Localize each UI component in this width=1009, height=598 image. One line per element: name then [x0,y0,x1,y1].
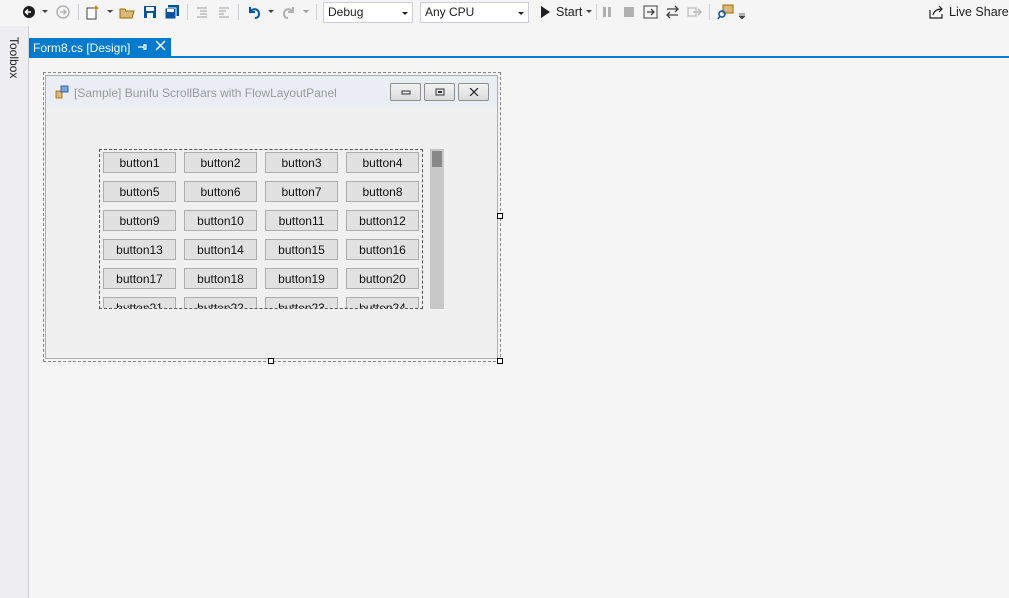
tab-title: Form8.cs [Design] [33,40,131,55]
form-button[interactable]: button8 [346,181,419,202]
form-button[interactable]: button13 [103,239,176,260]
form-button[interactable]: button12 [346,210,419,231]
solution-config-value: Debug [328,5,364,19]
find-icon[interactable] [716,2,736,22]
form-title: [Sample] Bunifu ScrollBars with FlowLayo… [74,86,337,100]
back-dropdown-icon[interactable] [41,2,49,22]
scrollbar-thumb[interactable] [432,151,442,167]
solution-config-select[interactable]: Debug [323,2,413,23]
form-button[interactable]: button4 [346,152,419,173]
save-icon[interactable] [141,2,159,22]
form-button[interactable]: button10 [184,210,257,231]
toolbar-separator [238,4,239,20]
form-button[interactable]: button17 [103,268,176,289]
minimize-icon [401,90,410,95]
pause-icon[interactable] [600,2,614,22]
close-icon[interactable] [155,40,166,54]
back-icon[interactable] [20,2,38,22]
toolbox-panel [0,26,29,598]
form-button[interactable]: button20 [346,268,419,289]
platform-value: Any CPU [425,5,475,19]
redo-dropdown-icon[interactable] [302,2,310,22]
form-button[interactable]: button5 [103,181,176,202]
form-button[interactable]: button3 [265,152,338,173]
start-button[interactable]: Start [556,5,582,19]
uncomment-icon[interactable] [215,2,233,22]
form-button[interactable]: button22 [184,297,257,308]
toolbar-separator [78,4,79,20]
vertical-scrollbar[interactable] [430,149,444,309]
start-icon[interactable] [538,2,552,22]
resize-handle-right[interactable] [497,213,503,219]
live-share-icon[interactable] [928,2,946,22]
close-icon [469,88,478,96]
main-toolbar: Debug Any CPU Start Live Share [0,0,1009,25]
comment-icon[interactable] [193,2,211,22]
start-dropdown-icon[interactable] [585,2,593,22]
step-out-icon[interactable] [686,2,704,22]
form-button[interactable]: button9 [103,210,176,231]
new-project-icon[interactable] [84,2,102,22]
chevron-down-icon [402,12,408,15]
form-button[interactable]: button1 [103,152,176,173]
redo-icon[interactable] [279,2,299,22]
form-button[interactable]: button11 [265,210,338,231]
live-share-button[interactable]: Live Share [949,5,1009,19]
find-dropdown-icon[interactable] [738,6,746,26]
save-all-icon[interactable] [163,2,181,22]
new-project-dropdown-icon[interactable] [106,2,114,22]
form-button[interactable]: button14 [184,239,257,260]
form-button[interactable]: button6 [184,181,257,202]
open-file-icon[interactable] [118,2,136,22]
forward-icon[interactable] [54,2,72,22]
form-button[interactable]: button16 [346,239,419,260]
form-button[interactable]: button23 [265,297,338,308]
form-titlebar: [Sample] Bunifu ScrollBars with FlowLayo… [46,76,497,106]
flow-layout-panel[interactable]: button1 button2 button3 button4 button5 butto… [99,149,423,309]
toolbar-separator [187,4,188,20]
toolbox-tab[interactable]: Toolbox [7,37,21,78]
resize-handle-bottom[interactable] [268,358,274,364]
form-button[interactable]: button7 [265,181,338,202]
form-button[interactable]: button15 [265,239,338,260]
step-into-icon[interactable] [642,2,660,22]
undo-dropdown-icon[interactable] [267,2,275,22]
form-button[interactable]: button2 [184,152,257,173]
undo-icon[interactable] [244,2,264,22]
pin-icon[interactable] [137,41,147,55]
form-close-button[interactable] [458,83,489,101]
form-button[interactable]: button18 [184,268,257,289]
minimize-button[interactable] [390,83,421,101]
step-over-icon[interactable] [664,2,682,22]
form-button[interactable]: button19 [265,268,338,289]
stop-icon[interactable] [622,2,636,22]
resize-handle-corner[interactable] [497,358,503,364]
form-button[interactable]: button24 [346,297,419,308]
toolbar-separator [596,4,597,20]
tab-accent-line [29,56,1009,58]
form-button[interactable]: button21 [103,297,176,308]
toolbar-separator [316,4,317,20]
platform-select[interactable]: Any CPU [420,2,529,23]
maximize-button[interactable] [424,83,455,101]
form-app-icon [55,85,69,102]
maximize-icon [435,88,444,96]
chevron-down-icon [518,12,524,15]
tab-form8-design[interactable]: Form8.cs [Design] [29,38,171,57]
toolbar-separator [709,4,710,20]
